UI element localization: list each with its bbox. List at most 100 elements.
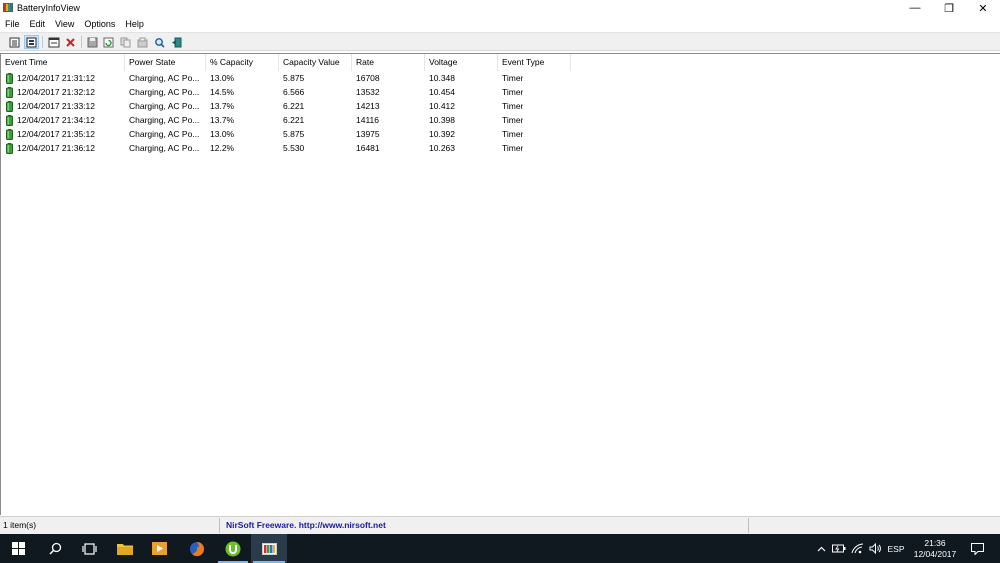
volume-tray-button[interactable] xyxy=(866,534,884,563)
status-divider xyxy=(748,518,749,533)
html-report-icon xyxy=(137,37,148,47)
battery-tray-button[interactable] xyxy=(830,534,848,563)
wifi-icon xyxy=(851,543,863,554)
table-row[interactable]: 12/04/2017 21:36:12 Charging, AC Po... 1… xyxy=(1,141,601,155)
copy-button[interactable] xyxy=(118,35,133,49)
column-header-power-state[interactable]: Power State xyxy=(125,54,206,71)
window-title: BatteryInfoView xyxy=(17,3,80,13)
cell-rate: 14213 xyxy=(356,101,380,111)
speaker-icon xyxy=(869,543,881,554)
find-icon xyxy=(155,37,165,48)
minimize-button[interactable]: — xyxy=(898,0,932,16)
find-button[interactable] xyxy=(152,35,167,49)
column-header-voltage[interactable]: Voltage xyxy=(425,54,498,71)
cell-event-time: 12/04/2017 21:34:12 xyxy=(17,115,95,125)
nirsoft-link[interactable]: NirSoft Freeware. http://www.nirsoft.net xyxy=(226,520,386,530)
app-icon xyxy=(3,3,13,12)
column-header-capacity-percent[interactable]: % Capacity xyxy=(206,54,279,71)
menu-options[interactable]: Options xyxy=(79,17,120,31)
column-header-event-type[interactable]: Event Type xyxy=(498,54,571,71)
exit-button[interactable] xyxy=(169,35,184,49)
properties-button[interactable] xyxy=(7,35,22,49)
network-tray-button[interactable] xyxy=(848,534,866,563)
copy-icon xyxy=(120,37,131,47)
tray-overflow-button[interactable] xyxy=(814,534,828,563)
utorrent-button[interactable] xyxy=(216,534,250,563)
cell-voltage: 10.412 xyxy=(429,101,455,111)
table-row[interactable]: 12/04/2017 21:35:12 Charging, AC Po... 1… xyxy=(1,127,601,141)
cell-voltage: 10.392 xyxy=(429,129,455,139)
status-item-count: 1 item(s) xyxy=(3,520,37,530)
action-center-button[interactable] xyxy=(964,534,990,563)
menu-view[interactable]: View xyxy=(50,17,79,31)
input-language[interactable]: ESP xyxy=(884,544,908,554)
media-player-button[interactable] xyxy=(142,534,176,563)
cell-capacity-value: 5.530 xyxy=(283,143,305,153)
cell-capacity-percent: 13.7% xyxy=(210,101,235,111)
battery-icon xyxy=(6,143,13,154)
cell-power-state: Charging, AC Po... xyxy=(129,87,200,97)
column-header-capacity-value[interactable]: Capacity Value xyxy=(279,54,352,71)
column-header-rate[interactable]: Rate xyxy=(352,54,425,71)
cell-event-type: Timer xyxy=(502,115,524,125)
cell-capacity-value: 6.221 xyxy=(283,115,305,125)
cell-event-type: Timer xyxy=(502,101,524,111)
restore-button[interactable]: ❐ xyxy=(932,0,966,16)
menu-help[interactable]: Help xyxy=(120,17,149,31)
task-view-button[interactable] xyxy=(72,534,106,563)
toolbar-separator xyxy=(81,36,82,48)
firefox-button[interactable] xyxy=(180,534,214,563)
menu-edit[interactable]: Edit xyxy=(25,17,51,31)
refresh-button[interactable] xyxy=(101,35,116,49)
cell-capacity-percent: 14.5% xyxy=(210,87,235,97)
file-explorer-icon xyxy=(117,544,133,555)
battery-icon xyxy=(6,129,13,140)
cell-voltage: 10.263 xyxy=(429,143,455,153)
exit-icon xyxy=(172,37,182,47)
table-row[interactable]: 12/04/2017 21:31:12 Charging, AC Po... 1… xyxy=(1,71,601,85)
batteryinfoview-icon xyxy=(261,542,277,555)
table-row[interactable]: 12/04/2017 21:34:12 Charging, AC Po... 1… xyxy=(1,113,601,127)
cell-rate: 13532 xyxy=(356,87,380,97)
minimize-icon: — xyxy=(909,2,921,14)
save-button[interactable] xyxy=(85,35,100,49)
cell-rate: 13975 xyxy=(356,129,380,139)
list-header: Event Time Power State % Capacity Capaci… xyxy=(1,54,1000,71)
search-button[interactable] xyxy=(38,534,72,563)
cell-event-time: 12/04/2017 21:33:12 xyxy=(17,101,95,111)
close-button[interactable]: ✕ xyxy=(966,0,1000,16)
cell-capacity-value: 6.566 xyxy=(283,87,305,97)
event-list[interactable]: Event Time Power State % Capacity Capaci… xyxy=(0,53,1000,515)
close-icon: ✕ xyxy=(978,2,988,15)
cell-power-state: Charging, AC Po... xyxy=(129,73,200,83)
column-header-event-time[interactable]: Event Time xyxy=(1,54,125,71)
batteryinfoview-button[interactable] xyxy=(251,534,287,563)
status-bar: 1 item(s) NirSoft Freeware. http://www.n… xyxy=(0,516,1000,534)
restore-icon: ❐ xyxy=(944,2,954,15)
status-divider xyxy=(219,518,220,533)
cell-capacity-value: 6.221 xyxy=(283,101,305,111)
delete-button[interactable] xyxy=(63,35,78,49)
cell-event-time: 12/04/2017 21:35:12 xyxy=(17,129,95,139)
cell-capacity-percent: 12.2% xyxy=(210,143,235,153)
battery-icon xyxy=(6,115,13,126)
clock-button[interactable]: 21:36 12/04/2017 xyxy=(910,534,960,563)
firefox-icon xyxy=(190,541,205,556)
app-window: BatteryInfoView — ❐ ✕ File Edit View Opt… xyxy=(0,0,1000,534)
battery-info-button[interactable] xyxy=(24,35,39,49)
html-report-button[interactable] xyxy=(135,35,150,49)
table-row[interactable]: 12/04/2017 21:33:12 Charging, AC Po... 1… xyxy=(1,99,601,113)
log-window-button[interactable] xyxy=(46,35,61,49)
title-bar[interactable]: BatteryInfoView — ❐ ✕ xyxy=(0,0,1000,16)
cell-power-state: Charging, AC Po... xyxy=(129,129,200,139)
menu-file[interactable]: File xyxy=(0,17,25,31)
cell-event-time: 12/04/2017 21:32:12 xyxy=(17,87,95,97)
start-button[interactable] xyxy=(0,534,36,563)
cell-event-type: Timer xyxy=(502,129,524,139)
cell-capacity-value: 5.875 xyxy=(283,129,305,139)
file-explorer-button[interactable] xyxy=(108,534,142,563)
search-icon xyxy=(48,542,61,555)
delete-icon xyxy=(66,37,75,47)
save-icon xyxy=(87,37,98,47)
table-row[interactable]: 12/04/2017 21:32:12 Charging, AC Po... 1… xyxy=(1,85,601,99)
